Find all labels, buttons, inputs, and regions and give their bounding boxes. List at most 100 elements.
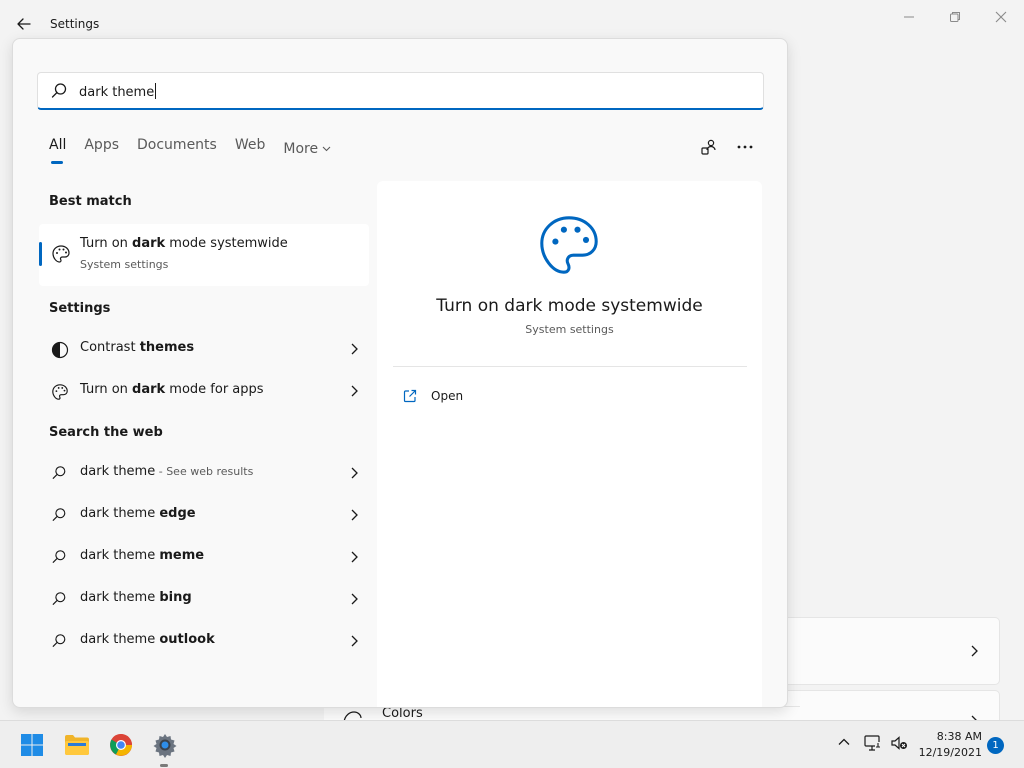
chevron-right-icon [351,593,358,605]
close-button[interactable] [983,6,1019,28]
clock-date: 12/19/2021 [918,746,982,759]
best-match-subtitle: System settings [80,258,169,271]
web-suggestion-label: dark theme - See web results [80,464,253,479]
back-button[interactable] [14,14,34,34]
web-suggestion-outlook[interactable]: dark theme outlook [39,622,369,660]
tab-more[interactable]: More [283,137,331,161]
close-icon [995,11,1007,23]
settings-item-dark-mode-apps[interactable]: Turn on dark mode for apps [39,372,369,410]
item-text: Turn on [80,382,133,397]
restore-button[interactable] [937,6,973,28]
search-web-heading: Search the web [49,425,163,440]
notification-badge[interactable]: 1 [987,737,1004,754]
chevron-right-icon [351,551,358,563]
web-suggestion-bing[interactable]: dark theme bing [39,580,369,618]
system-clock[interactable]: 8:38 AM 12/19/2021 [910,729,982,761]
colors-label: Colors [382,706,423,721]
windows-logo-icon [21,734,43,756]
search-icon [52,592,66,605]
suggestion-highlight: edge [159,506,196,521]
suggestion-highlight: outlook [159,632,215,647]
search-icon [52,466,66,479]
item-highlight: dark [132,382,166,397]
result-preview-pane: Turn on dark mode systemwide System sett… [377,181,762,707]
tab-web[interactable]: Web [235,137,266,161]
chevron-right-icon [351,467,358,479]
search-icon [52,508,66,521]
contrast-icon [51,341,69,359]
preview-divider [393,366,747,367]
suggestion-highlight: meme [159,548,205,563]
search-flyout: dark theme All Apps Documents Web More B… [12,38,788,708]
settings-item-contrast-themes[interactable]: Contrast themes [39,330,369,368]
background-settings-card[interactable] [780,617,1000,685]
chevron-right-icon [351,635,358,647]
web-suggestion-label: dark theme edge [80,506,196,521]
chrome-icon [110,734,132,756]
arrow-left-icon [17,18,31,30]
web-suggestion-edge[interactable]: dark theme edge [39,496,369,534]
chevron-down-icon [322,146,331,152]
open-label: Open [431,389,464,403]
chevron-right-icon [351,509,358,521]
search-input[interactable]: dark theme [79,83,157,100]
taskbar: 8:38 AM 12/19/2021 1 [0,720,1024,768]
web-suggestion-label: dark theme outlook [80,632,215,647]
preview-title: Turn on dark mode systemwide [436,296,703,316]
clock-time: 8:38 AM [936,730,982,743]
suggestion-text: dark theme [80,632,160,647]
best-match-heading: Best match [49,194,132,209]
tab-apps[interactable]: Apps [84,137,119,161]
best-match-result[interactable]: Turn on dark mode systemwide System sett… [39,224,369,286]
minimize-button[interactable] [891,6,927,28]
search-tabs: All Apps Documents Web More [49,137,349,167]
search-settings-button[interactable] [695,133,723,161]
chevron-up-icon[interactable] [837,735,851,749]
title-text: Turn on [80,236,133,251]
suggestion-text: dark theme [80,590,160,605]
suggestion-text: dark theme [80,464,156,479]
tab-all[interactable]: All [49,137,66,164]
search-icon [52,634,66,647]
palette-icon [52,384,68,400]
web-suggestion-see-results[interactable]: dark theme - See web results [39,454,369,492]
search-icon [51,83,67,98]
chevron-right-icon [351,343,358,355]
volume-muted-icon[interactable] [890,735,908,751]
best-match-title: Turn on dark mode systemwide [80,236,288,251]
background-colors-item[interactable]: Colors [324,706,800,723]
web-suggestion-label: dark theme meme [80,548,204,563]
open-external-icon [403,389,417,403]
search-box[interactable]: dark theme [37,72,764,110]
people-settings-icon [701,139,716,155]
settings-app-button[interactable] [151,731,179,759]
minimize-icon [904,16,914,18]
search-icon [52,550,66,563]
gear-icon [153,734,177,758]
network-icon[interactable] [864,735,882,751]
title-text: mode systemwide [165,236,288,251]
suggestion-highlight: bing [159,590,192,605]
settings-item-label: Contrast themes [80,340,194,355]
tab-documents[interactable]: Documents [137,137,217,161]
suggestion-text: dark theme [80,548,160,563]
item-text: mode for apps [165,382,264,397]
restore-icon [950,12,960,22]
suggestion-suffix: - See web results [155,465,254,478]
app-title: Settings [50,17,100,31]
active-app-indicator [160,764,168,767]
file-explorer-button[interactable] [63,731,91,759]
tab-more-label: More [283,141,319,157]
web-suggestion-meme[interactable]: dark theme meme [39,538,369,576]
web-suggestion-label: dark theme bing [80,590,192,605]
chevron-right-icon [351,385,358,397]
more-options-button[interactable] [731,133,759,161]
folder-icon [65,735,89,755]
chrome-button[interactable] [107,731,135,759]
open-action[interactable]: Open [403,386,463,406]
settings-heading: Settings [49,301,111,316]
palette-icon [52,245,70,263]
settings-item-label: Turn on dark mode for apps [80,382,264,397]
suggestion-text: dark theme [80,506,160,521]
start-button[interactable] [18,731,46,759]
